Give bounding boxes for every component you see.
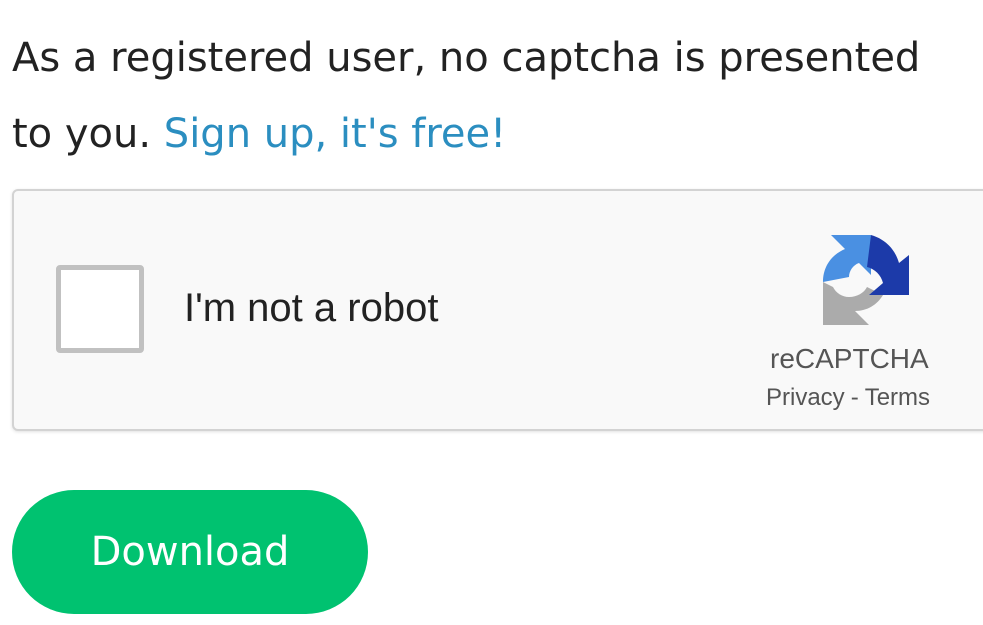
links-separator: - [850, 384, 859, 411]
not-a-robot-checkbox[interactable] [56, 265, 144, 353]
recaptcha-footer-links: Privacy - Terms [766, 384, 930, 412]
recaptcha-widget: I'm not a robot reCAPTCHA Privacy - Terms [12, 189, 983, 431]
terms-link[interactable]: Terms [865, 384, 930, 411]
registered-user-notice: As a registered user, no captcha is pres… [12, 20, 972, 172]
signup-link[interactable]: Sign up, it's free! [164, 111, 506, 157]
privacy-link[interactable]: Privacy [766, 384, 845, 411]
not-a-robot-label: I'm not a robot [184, 286, 439, 330]
download-button[interactable]: Download [12, 490, 368, 614]
recaptcha-logo-icon [823, 235, 909, 325]
recaptcha-brand-label: reCAPTCHA [770, 343, 929, 374]
